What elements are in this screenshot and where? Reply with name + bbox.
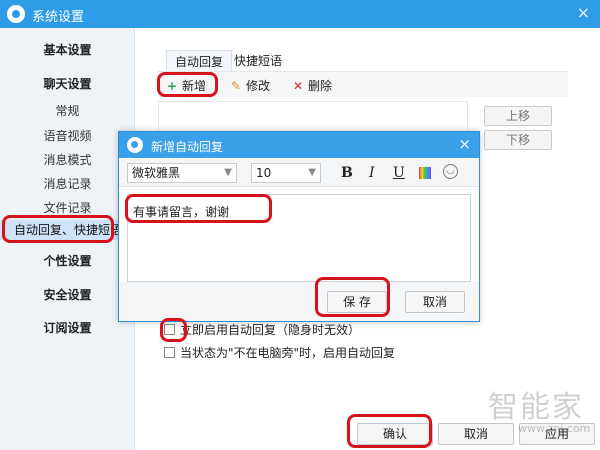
reply-message-editor[interactable]: 有事请留言，谢谢	[127, 194, 471, 282]
chevron-down-icon: ▼	[308, 167, 316, 178]
chevron-down-icon: ▼	[224, 167, 232, 178]
color-picker-icon[interactable]	[419, 167, 431, 179]
dialog-footer: 保 存 取消	[119, 282, 479, 321]
sidebar-item-file-history[interactable]: 文件记录	[0, 199, 135, 216]
sidebar-item-security[interactable]: 安全设置	[0, 286, 135, 303]
sidebar-item-auto-reply[interactable]: 自动回复、快捷短语	[0, 220, 135, 240]
auto-reply-now-checkbox[interactable]	[164, 324, 175, 335]
confirm-button[interactable]: 确认	[357, 423, 433, 445]
cancel-button[interactable]: 取消	[438, 423, 514, 445]
app-logo-icon	[127, 137, 143, 153]
watermark-logo: 智能家	[488, 390, 584, 425]
font-size-select[interactable]: 10 ▼	[251, 163, 321, 183]
away-auto-reply-option[interactable]: 当状态为"不在电脑旁"时，启用自动回复	[164, 344, 395, 361]
settings-sidebar: 基本设置 聊天设置 常规 语音视频 消息模式 消息记录 文件记录 自动回复、快捷…	[0, 28, 135, 450]
away-auto-reply-checkbox[interactable]	[164, 347, 175, 358]
save-button[interactable]: 保 存	[327, 291, 387, 313]
dialog-title-bar: 新增自动回复 ×	[119, 132, 479, 158]
font-family-select[interactable]: 微软雅黑 ▼	[127, 163, 237, 183]
emoji-icon[interactable]	[443, 164, 458, 179]
reply-toolbar: + 新增 ✎ 修改 ✕ 删除	[158, 71, 568, 97]
underline-button[interactable]: U	[393, 165, 405, 181]
edit-button[interactable]: ✎ 修改	[230, 77, 270, 94]
bold-button[interactable]: B	[341, 165, 353, 181]
dialog-close-icon[interactable]: ×	[458, 135, 471, 153]
sidebar-item-message-history[interactable]: 消息记录	[0, 175, 135, 192]
delete-button[interactable]: ✕ 删除	[292, 77, 332, 94]
sidebar-item-general[interactable]: 常规	[0, 102, 135, 119]
sidebar-item-subscription[interactable]: 订阅设置	[0, 319, 135, 336]
plus-icon: +	[166, 79, 178, 93]
new-auto-reply-dialog: 新增自动回复 × 微软雅黑 ▼ 10 ▼ B I U 有事请留言，谢谢 保 存 …	[118, 131, 480, 322]
settings-window: 系统设置 × 基本设置 聊天设置 常规 语音视频 消息模式 消息记录 文件记录 …	[0, 0, 600, 450]
dialog-cancel-button[interactable]: 取消	[405, 291, 465, 313]
watermark-url: www.znj.com	[518, 422, 591, 435]
reply-message-text: 有事请留言，谢谢	[133, 205, 230, 219]
format-toolbar: 微软雅黑 ▼ 10 ▼ B I U	[119, 159, 479, 187]
move-down-button[interactable]: 下移	[484, 130, 552, 150]
sidebar-item-chat[interactable]: 聊天设置	[0, 75, 135, 92]
move-up-button[interactable]: 上移	[484, 106, 552, 126]
pencil-icon: ✎	[230, 79, 242, 93]
sidebar-item-message-mode[interactable]: 消息模式	[0, 151, 135, 168]
window-title: 系统设置	[32, 10, 85, 25]
x-icon: ✕	[292, 79, 304, 93]
close-icon[interactable]: ×	[577, 3, 590, 22]
dialog-title: 新增自动回复	[151, 140, 224, 154]
sidebar-item-personal[interactable]: 个性设置	[0, 252, 135, 269]
sidebar-item-basic[interactable]: 基本设置	[0, 41, 135, 58]
tab-quick-phrases[interactable]: 快捷短语	[226, 50, 290, 71]
sidebar-item-voice-video[interactable]: 语音视频	[0, 127, 135, 144]
app-logo-icon	[7, 5, 25, 23]
title-bar: 系统设置 ×	[0, 0, 600, 28]
tab-auto-reply[interactable]: 自动回复	[166, 50, 233, 72]
auto-reply-now-option[interactable]: 立即启用自动回复（隐身时无效）	[164, 321, 360, 338]
add-button[interactable]: + 新增	[166, 77, 206, 94]
italic-button[interactable]: I	[369, 165, 375, 181]
